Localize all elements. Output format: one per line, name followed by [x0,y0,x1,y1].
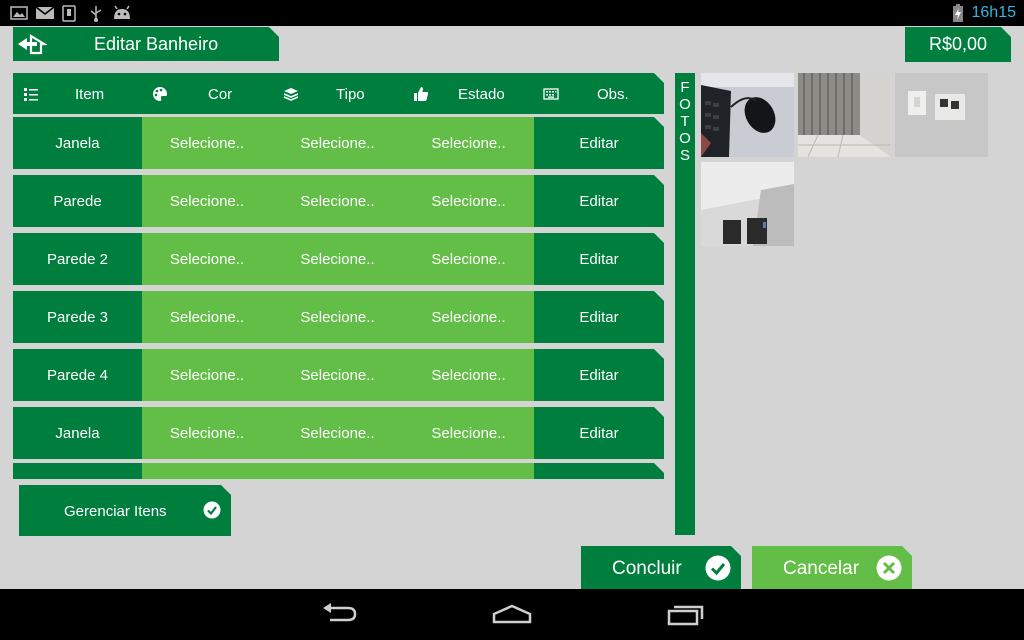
list-icon [23,86,39,102]
tipo-select[interactable]: Selecione.. [272,233,403,285]
close-circle-icon [876,555,902,581]
recent-apps-icon[interactable] [667,604,705,626]
manage-items-button[interactable]: Gerenciar Itens [19,485,231,536]
clock: 16h15 [971,4,1017,21]
android-debug-icon [114,5,130,19]
row-item-label: Janela [55,425,100,442]
photos-label-letter: S [679,147,690,164]
navigation-bar [0,589,1024,640]
photos-label-strip: F O T O S [675,73,695,535]
tipo-select[interactable]: Selecione.. [272,407,403,459]
row-item-label: Parede 4 [47,367,108,384]
estado-select[interactable]: Selecione.. [403,233,534,285]
cor-select[interactable]: Selecione.. [142,117,272,169]
concluir-label: Concluir [612,558,682,579]
manage-items-label: Gerenciar Itens [64,503,167,520]
back-icon[interactable] [322,603,358,625]
concluir-button[interactable]: Concluir [581,546,741,589]
column-header-item: Item [75,86,105,103]
table-row: Parede 3 Selecione.. Selecione.. Selecio… [13,291,664,343]
row-item-label: Parede 3 [47,309,108,326]
table-row: Parede 2 Selecione.. Selecione.. Selecio… [13,233,664,285]
obs-edit-button[interactable]: Editar [534,407,664,459]
usb-icon [90,6,102,22]
keyboard-icon [543,86,559,102]
palette-icon [152,86,168,102]
page-title: Editar Banheiro [94,34,219,54]
layers-icon [283,86,299,102]
table-row-partial [13,463,664,479]
cor-select[interactable]: Selecione.. [142,175,272,227]
photos-label-letter: O [679,96,691,113]
table-row: Parede 4 Selecione.. Selecione.. Selecio… [13,349,664,401]
cor-select[interactable]: Selecione.. [142,349,272,401]
download-icon [62,5,76,22]
row-item-label: Parede 2 [47,251,108,268]
obs-edit-button[interactable]: Editar [534,291,664,343]
column-header-cor: Cor [208,86,233,103]
status-bar: 16h15 [0,0,1024,26]
estado-select[interactable]: Selecione.. [403,117,534,169]
home-icon[interactable] [492,604,532,624]
obs-edit-button[interactable]: Editar [534,117,664,169]
table-header: Item Cor Tipo Estado Obs. [13,73,664,114]
cancelar-button[interactable]: Cancelar [752,546,912,589]
obs-edit-button[interactable]: Editar [534,175,664,227]
tipo-select[interactable]: Selecione.. [272,291,403,343]
obs-edit-button[interactable]: Editar [534,233,664,285]
photo-thumbnail[interactable] [895,73,988,157]
home-back-icon[interactable] [17,33,47,55]
column-header-tipo: Tipo [336,86,365,103]
column-header-estado: Estado [458,86,505,103]
photos-label-letter: T [680,113,690,130]
estado-select[interactable]: Selecione.. [403,175,534,227]
battery-charging-icon [953,4,963,22]
check-circle-icon [203,501,221,519]
photos-label-letter: F [680,79,690,96]
cor-select[interactable]: Selecione.. [142,233,272,285]
tipo-select[interactable]: Selecione.. [272,117,403,169]
thumbs-up-icon [413,86,429,102]
total-price: R$0,00 [905,27,1011,62]
gmail-icon [35,6,55,19]
obs-edit-button[interactable]: Editar [534,349,664,401]
estado-select[interactable]: Selecione.. [403,291,534,343]
photo-thumbnail[interactable] [701,73,794,157]
row-item-label: Janela [55,135,100,152]
photo-thumbnail[interactable] [798,73,891,157]
cor-select[interactable]: Selecione.. [142,291,272,343]
estado-select[interactable]: Selecione.. [403,349,534,401]
tipo-select[interactable]: Selecione.. [272,349,403,401]
title-bar: Editar Banheiro [13,27,279,61]
table-row: Parede Selecione.. Selecione.. Selecione… [13,175,664,227]
photo-thumbnail[interactable] [701,162,794,246]
photos-label-letter: O [679,130,691,147]
table-row: Janela Selecione.. Selecione.. Selecione… [13,117,664,169]
row-item-label: Parede [53,193,102,210]
cancelar-label: Cancelar [783,558,860,579]
table-row: Janela Selecione.. Selecione.. Selecione… [13,407,664,459]
check-circle-icon [705,555,731,581]
column-header-obs: Obs. [597,86,629,103]
estado-select[interactable]: Selecione.. [403,407,534,459]
tipo-select[interactable]: Selecione.. [272,175,403,227]
cor-select[interactable]: Selecione.. [142,407,272,459]
gallery-icon [10,6,28,20]
